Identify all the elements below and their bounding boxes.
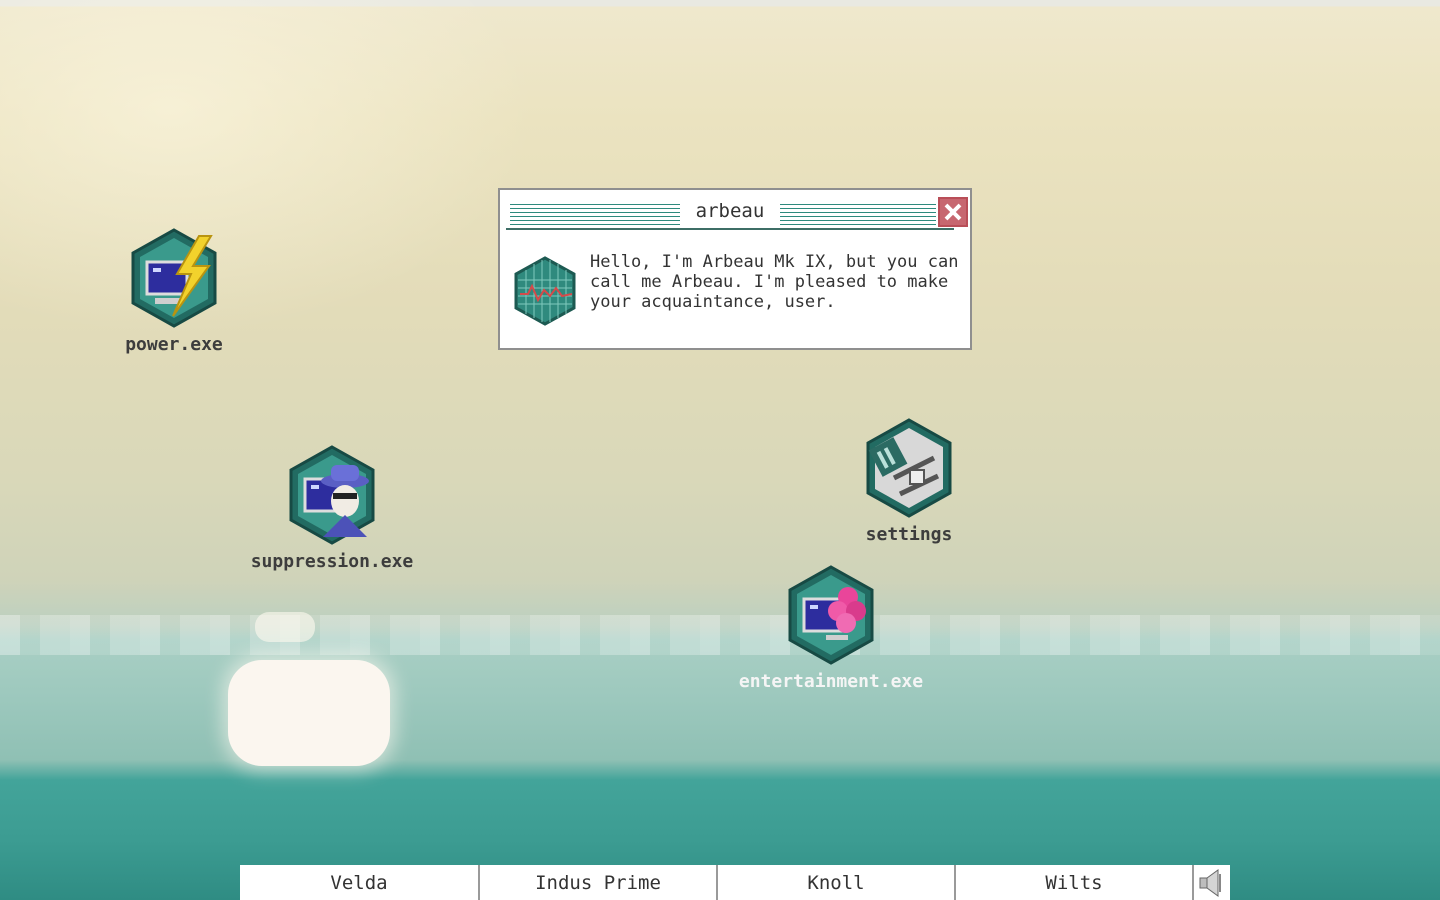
dialog-title: arbeau: [695, 200, 765, 222]
icon-label: entertainment.exe: [738, 671, 924, 692]
desktop: power.exe suppression.exe settings enter…: [0, 0, 1440, 900]
desktop-icon-entertainment[interactable]: entertainment.exe: [726, 565, 936, 692]
desktop-icon-suppression[interactable]: suppression.exe: [242, 445, 422, 572]
entertainment-icon: [788, 565, 874, 665]
taskbar-tab-velda[interactable]: Velda: [240, 865, 478, 900]
arbeau-dialog: arbeau Hello, I'm Arbeau Mk IX, but you …: [498, 188, 972, 350]
icon-label: power.exe: [125, 334, 223, 355]
horizon-line: [0, 615, 1440, 655]
desktop-icon-settings[interactable]: settings: [849, 418, 969, 545]
taskbar-tab-indus-prime[interactable]: Indus Prime: [478, 865, 716, 900]
sound-button[interactable]: [1192, 865, 1230, 900]
close-button[interactable]: [938, 197, 968, 227]
titlebar-stripes-right: [780, 204, 936, 226]
icon-label: suppression.exe: [250, 551, 414, 572]
desktop-icon-power[interactable]: power.exe: [114, 228, 234, 355]
sun-reflection: [255, 612, 315, 642]
sun: [228, 660, 390, 766]
dialog-message: Hello, I'm Arbeau Mk IX, but you can cal…: [590, 252, 959, 312]
close-icon: [944, 203, 962, 221]
dialog-titlebar[interactable]: arbeau: [506, 198, 954, 230]
arbeau-avatar-icon: [514, 256, 576, 326]
titlebar-stripes-left: [510, 204, 680, 226]
suppression-icon: [289, 445, 375, 545]
taskbar: Velda Indus Prime Knoll Wilts: [240, 865, 1230, 900]
icon-label: settings: [865, 524, 953, 545]
speaker-icon: [1199, 868, 1221, 897]
power-icon: [131, 228, 217, 328]
sky-glow: [0, 0, 1440, 900]
taskbar-tab-wilts[interactable]: Wilts: [954, 865, 1192, 900]
taskbar-tab-knoll[interactable]: Knoll: [716, 865, 954, 900]
settings-icon: [866, 418, 952, 518]
